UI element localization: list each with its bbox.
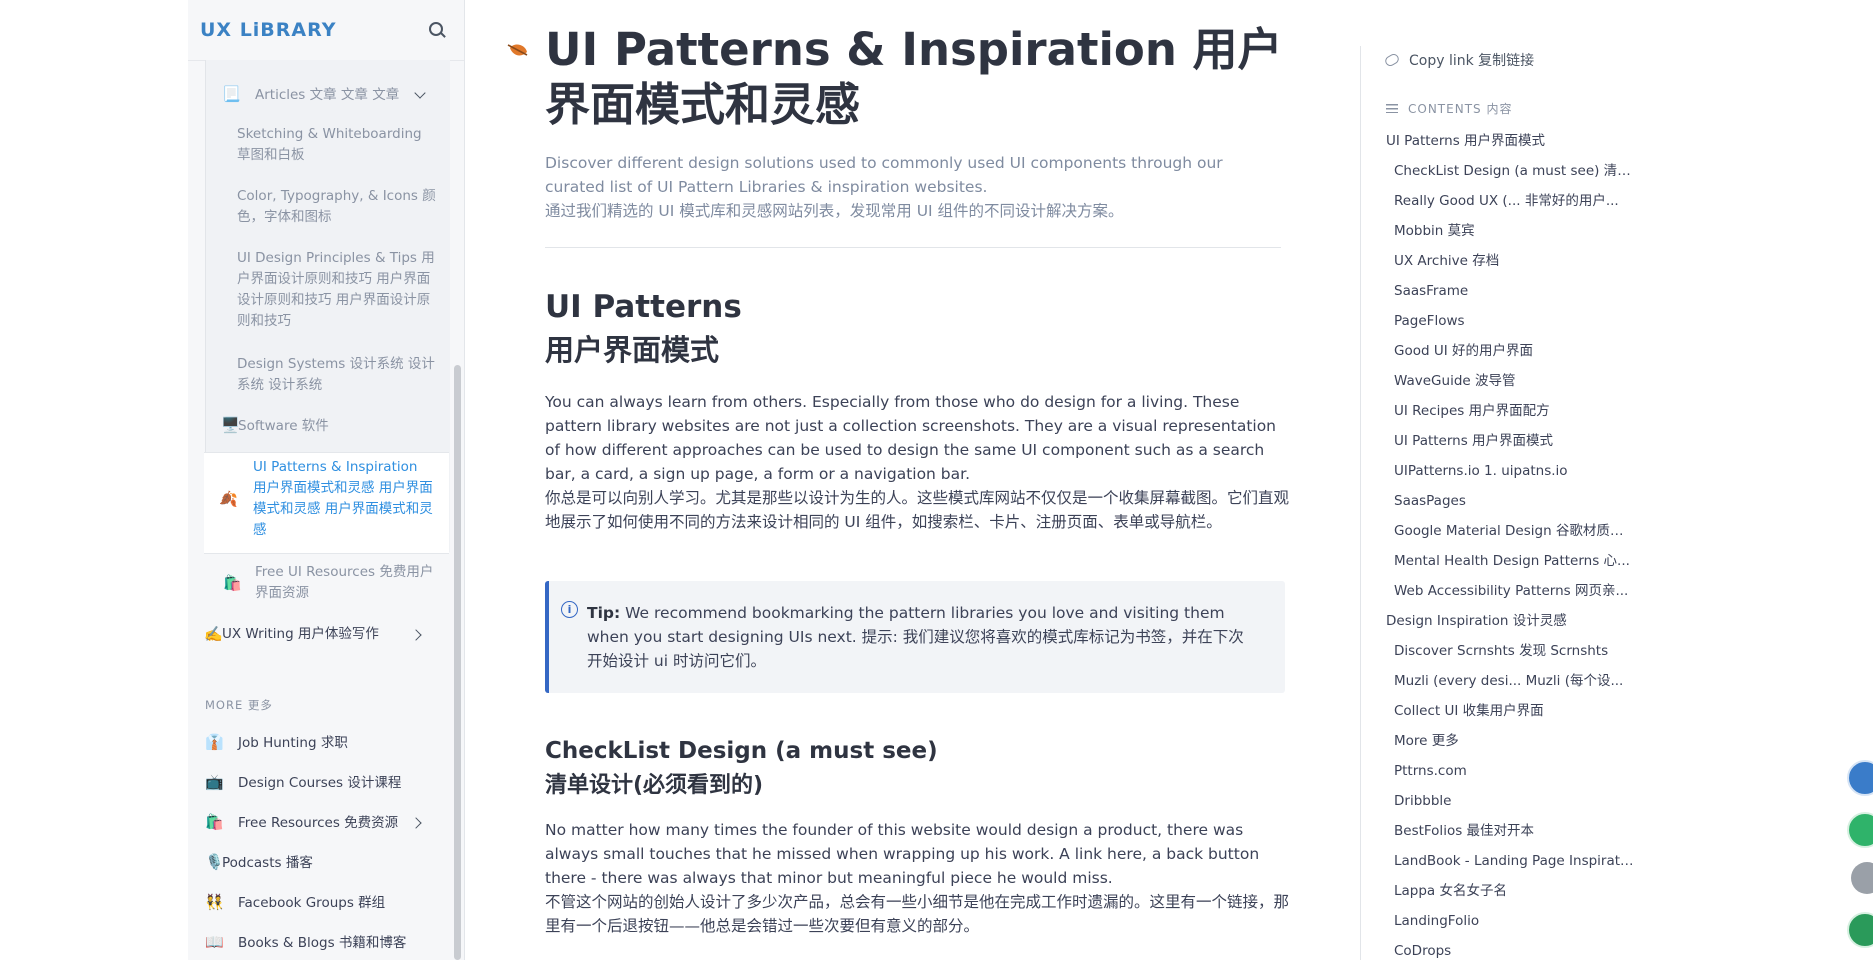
toc-item[interactable]: Google Material Design 谷歌材质设计 (1386, 520, 1636, 550)
tip-callout: i Tip: We recommend bookmarking the patt… (545, 581, 1285, 693)
toc-heading-label: CONTENTS 内容 (1408, 102, 1513, 116)
toc-heading: CONTENTS 内容 (1386, 100, 1512, 117)
section-heading-ui-patterns-zh: 用户界面模式 (545, 333, 720, 367)
section-heading-checklist-zh: 清单设计(必须看到的) (545, 773, 764, 798)
action-button[interactable] (1847, 912, 1873, 948)
toc-item[interactable]: Muzli (every desi... Muzli (每个设... (1386, 670, 1636, 700)
nav-item-ui-principles[interactable]: UI Design Principles & Tips 用户界面设计原则和技巧 … (237, 248, 437, 332)
nav-item-ui-patterns-label: UI Patterns & Inspiration 用户界面模式和灵感 用户界面… (253, 459, 433, 538)
microphone-icon: 🎙️ (205, 853, 224, 871)
toc-item[interactable]: Dribbble (1386, 790, 1636, 820)
toc-list: UI Patterns 用户界面模式 CheckList Design (a mu… (1386, 130, 1636, 970)
toc-item[interactable]: Mobbin 莫宾 (1386, 220, 1636, 250)
paragraph-ui-patterns-en: You can always learn from others. Especi… (545, 393, 1277, 483)
nav-item-design-courses[interactable]: Design Courses 设计课程 (238, 773, 401, 794)
toc-item[interactable]: LandingFolio (1386, 910, 1636, 940)
toc-divider (1360, 46, 1361, 960)
search-icon[interactable] (428, 21, 446, 39)
shopping-bags-icon: 🛍️ (205, 813, 224, 831)
tip-label: Tip: (587, 604, 621, 622)
nav-item-design-systems[interactable]: Design Systems 设计系统 设计系统 设计系统 (237, 354, 437, 396)
chat-button[interactable] (1847, 812, 1873, 848)
toc-item[interactable]: Lappa 女名女子名 (1386, 880, 1636, 910)
page-intro: Discover different design solutions used… (545, 151, 1285, 223)
book-icon: 📖 (205, 933, 224, 951)
paragraph-checklist-en: No matter how many times the founder of … (545, 821, 1260, 887)
toc-item[interactable]: Design Inspiration 设计灵感 (1386, 610, 1636, 640)
nav-item-ui-patterns-active[interactable]: 🍂 UI Patterns & Inspiration 用户界面模式和灵感 用户… (204, 452, 449, 554)
link-icon (1383, 52, 1401, 68)
nav-item-sketching[interactable]: Sketching & Whiteboarding 草图和白板 (237, 124, 437, 166)
intro-zh: 通过我们精选的 UI 模式库和灵感网站列表，发现常用 UI 组件的不同设计解决方… (545, 202, 1124, 220)
paragraph-ui-patterns-zh: 你总是可以向别人学习。尤其是那些以设计为生的人。这些模式库网站不仅仅是一个收集屏… (545, 489, 1290, 531)
info-icon: i (561, 601, 578, 618)
nav-item-podcasts[interactable]: Podcasts 播客 (222, 853, 313, 874)
toc-item[interactable]: Good UI 好的用户界面 (1386, 340, 1636, 370)
toc-item[interactable]: Collect UI 收集用户界面 (1386, 700, 1636, 730)
chevron-right-icon[interactable] (410, 817, 422, 829)
leaf-icon: 🍂 (219, 490, 238, 508)
nav-item-facebook-groups[interactable]: Facebook Groups 群组 (238, 893, 385, 914)
toc-item[interactable]: UIPatterns.io 1. uipatns.io (1386, 460, 1636, 490)
toc-item[interactable]: SaasFrame (1386, 280, 1636, 310)
toc-item[interactable]: PageFlows (1386, 310, 1636, 340)
document-icon: 📃 (222, 85, 241, 103)
nav-item-color-typography[interactable]: Color, Typography, & Icons 颜色，字体和图标 (237, 186, 437, 228)
toc-item[interactable]: UI Recipes 用户界面配方 (1386, 400, 1636, 430)
star-button[interactable] (1851, 862, 1873, 894)
toc-item[interactable]: BestFolios 最佳对开本 (1386, 820, 1636, 850)
intro-en: Discover different design solutions used… (545, 154, 1223, 196)
necktie-icon: 👔 (205, 733, 224, 751)
writing-hand-icon: ✍️ (204, 625, 223, 643)
people-icon: 👯 (205, 893, 224, 911)
chevron-right-icon[interactable] (410, 629, 422, 641)
toc-item[interactable]: SaasPages (1386, 490, 1636, 520)
site-logo[interactable]: UX LiBRARY (200, 19, 336, 41)
nav-item-articles[interactable]: Articles 文章 文章 文章 (255, 85, 399, 106)
toc-item[interactable]: CoDrops (1386, 940, 1636, 970)
more-section-title: MORE 更多 (205, 698, 273, 712)
toc-item[interactable]: Mental Health Design Patterns 心... (1386, 550, 1636, 580)
toc-item[interactable]: UI Patterns 用户界面模式 (1386, 130, 1636, 160)
toc-item[interactable]: Web Accessibility Patterns 网页亲... (1386, 580, 1636, 610)
copy-link-button[interactable]: Copy link 复制链接 (1383, 50, 1535, 70)
toc-item[interactable]: LandBook - Landing Page Inspirati... (1386, 850, 1636, 880)
main-content: UI Patterns & Inspiration 用户界面模式和灵感 Disc… (465, 0, 1345, 960)
avatar-button[interactable] (1847, 760, 1873, 796)
toc-item[interactable]: CheckList Design (a must see) 清单... (1386, 160, 1636, 190)
left-gutter (0, 0, 188, 960)
paragraph-checklist-zh: 不管这个网站的创始人设计了多少次产品，总会有一些小细节是他在完成工作时遗漏的。这… (545, 893, 1290, 935)
copy-link-label: Copy link 复制链接 (1409, 53, 1535, 69)
nav-item-books-blogs[interactable]: Books & Blogs 书籍和博客 (238, 933, 406, 954)
section-heading-checklist: CheckList Design (a must see) (545, 738, 938, 764)
tip-body: We recommend bookmarking the pattern lib… (587, 604, 1244, 670)
sidebar-scrollbar[interactable] (454, 365, 461, 960)
leaf-icon (507, 44, 528, 56)
nav-item-software[interactable]: Software 软件 (238, 416, 329, 437)
computer-icon: 🖥️ (221, 416, 240, 434)
toc-item[interactable]: More 更多 (1386, 730, 1636, 760)
shopping-bags-icon: 🛍️ (223, 574, 242, 592)
sidebar-header: UX LiBRARY (188, 0, 464, 61)
nav-item-job-hunting[interactable]: Job Hunting 求职 (238, 733, 348, 754)
toc-item[interactable]: Pttrns.com (1386, 760, 1636, 790)
sidebar: UX LiBRARY 📃 Articles 文章 文章 文章 Sketching… (188, 0, 465, 960)
section-heading-ui-patterns: UI Patterns (545, 289, 742, 325)
tip-text: Tip: We recommend bookmarking the patter… (587, 601, 1247, 673)
page-title: UI Patterns & Inspiration 用户界面模式和灵感 (545, 23, 1283, 131)
list-icon (1386, 104, 1398, 113)
divider (545, 247, 1281, 248)
toc-item[interactable]: Really Good UX (... 非常好的用户... (1386, 190, 1636, 220)
tv-icon: 📺 (205, 773, 224, 791)
nav-item-ux-writing[interactable]: UX Writing 用户体验写作 (222, 624, 379, 645)
toc-item[interactable]: Discover Scrnshts 发现 Scrnshts (1386, 640, 1636, 670)
toc-item[interactable]: UX Archive 存档 (1386, 250, 1636, 280)
toc-item[interactable]: WaveGuide 波导管 (1386, 370, 1636, 400)
toc-item[interactable]: UI Patterns 用户界面模式 (1386, 430, 1636, 460)
nav-item-free-ui-resources[interactable]: Free UI Resources 免费用户界面资源 (255, 562, 440, 604)
nav-item-free-resources[interactable]: Free Resources 免费资源 (238, 813, 398, 834)
